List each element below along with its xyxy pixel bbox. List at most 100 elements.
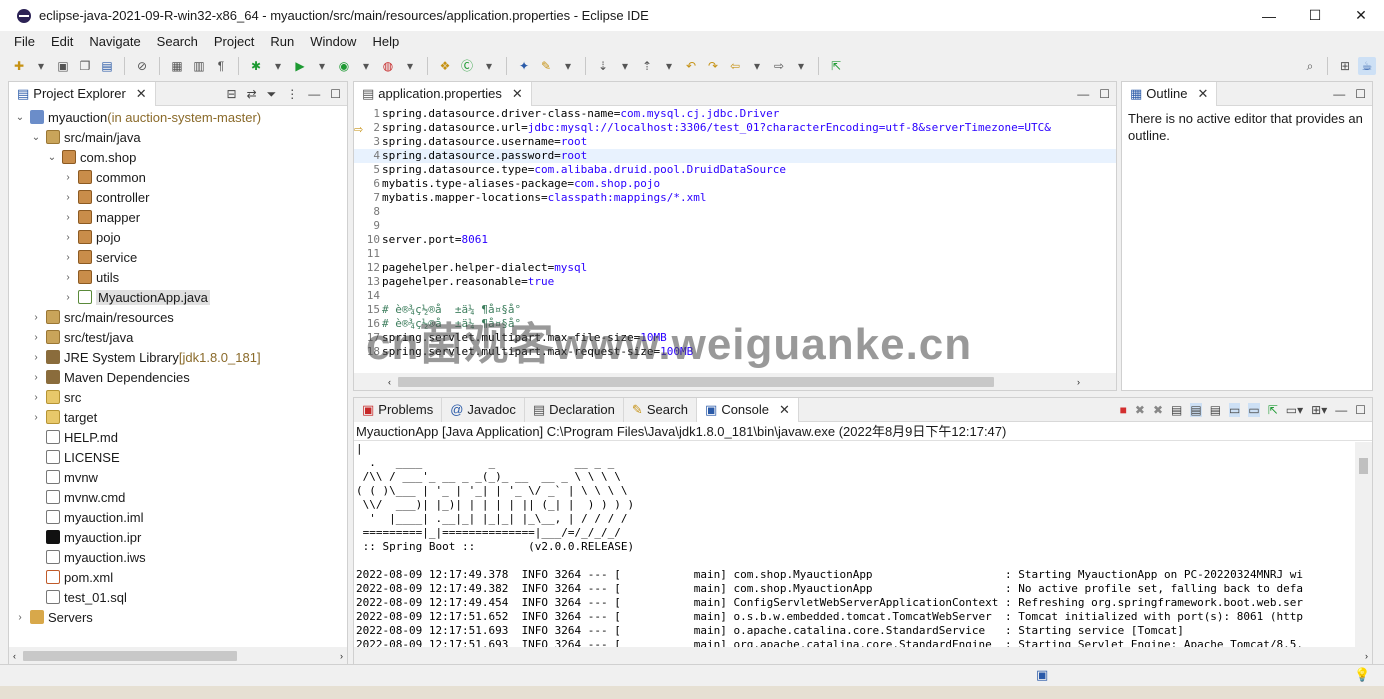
menu-project[interactable]: Project <box>206 34 262 49</box>
close-tab-icon[interactable]: ✕ <box>779 402 790 418</box>
minimize-button[interactable]: — <box>1246 0 1292 31</box>
tree-item[interactable]: › service <box>9 247 347 267</box>
expand-toggle-icon[interactable]: › <box>61 212 75 223</box>
expand-toggle-icon[interactable]: ⌄ <box>13 112 27 123</box>
expand-toggle-icon[interactable]: › <box>61 292 75 303</box>
tab-javadoc[interactable]: @ Javadoc <box>442 397 525 422</box>
horizontal-scrollbar[interactable]: › <box>354 647 1372 664</box>
tree-item[interactable]: ⌄ com.shop <box>9 147 347 167</box>
expand-toggle-icon[interactable]: › <box>29 332 43 343</box>
dropdown-icon[interactable]: ▾ <box>559 57 577 75</box>
expand-toggle-icon[interactable]: › <box>61 172 75 183</box>
remove-launch-icon[interactable]: ✖ <box>1135 403 1145 417</box>
scroll-lock-icon[interactable]: ▤ <box>1190 403 1202 417</box>
tree-item[interactable]: › mapper <box>9 207 347 227</box>
tab-declaration[interactable]: ▤ Declaration <box>524 397 624 422</box>
word-wrap-icon[interactable]: ▤ <box>1210 403 1221 417</box>
expand-toggle-icon[interactable]: ⌄ <box>45 152 59 163</box>
tree-item[interactable]: ⌄ src/main/java <box>9 127 347 147</box>
open-perspective-icon[interactable]: ⊞ <box>1336 57 1354 75</box>
close-tab-icon[interactable]: ✕ <box>136 86 147 102</box>
clear-console-icon[interactable]: ▤ <box>1171 403 1182 417</box>
maximize-view-icon[interactable]: ☐ <box>1355 403 1366 417</box>
new-java-project-icon[interactable]: ❖ <box>436 57 454 75</box>
filter-icon[interactable]: ⏷ <box>267 87 277 102</box>
close-tab-icon[interactable]: ✕ <box>1198 86 1209 102</box>
dropdown-icon[interactable]: ▾ <box>32 57 50 75</box>
tree-item[interactable]: ⌄ myauction (in auction-system-master) <box>9 107 347 127</box>
debug-icon[interactable]: ✱ <box>247 57 265 75</box>
save-icon[interactable]: ▣ <box>54 57 72 75</box>
close-button[interactable]: ✕ <box>1338 0 1384 31</box>
toggle-block-icon[interactable]: ▦ <box>168 57 186 75</box>
pilcrow-icon[interactable]: ¶ <box>212 57 230 75</box>
expand-toggle-icon[interactable]: › <box>61 252 75 263</box>
minimize-view-icon[interactable]: — <box>1333 87 1345 101</box>
tree-item[interactable]: › src/test/java <box>9 327 347 347</box>
open-console-icon[interactable]: ⊞▾ <box>1311 403 1327 417</box>
tree-item[interactable]: › Servers <box>9 607 347 627</box>
external-tools-icon[interactable]: ◍ <box>379 57 397 75</box>
tree-item[interactable]: › JRE System Library [jdk1.8.0_181] <box>9 347 347 367</box>
menu-run[interactable]: Run <box>262 34 302 49</box>
forward-icon[interactable]: ⇨ <box>770 57 788 75</box>
horizontal-scrollbar[interactable]: ‹ › <box>9 647 347 664</box>
back-icon[interactable]: ⇦ <box>726 57 744 75</box>
maximize-view-icon[interactable]: ☐ <box>1099 87 1110 101</box>
tree-item[interactable]: mvnw.cmd <box>9 487 347 507</box>
pin-console-icon[interactable]: ⇱ <box>1268 403 1278 417</box>
run-icon[interactable]: ▶ <box>291 57 309 75</box>
next-annotation-icon[interactable]: ⇣ <box>594 57 612 75</box>
search-icon[interactable]: ⌕ <box>1301 57 1319 75</box>
dropdown-icon[interactable]: ▾ <box>660 57 678 75</box>
dropdown-icon[interactable]: ▾ <box>357 57 375 75</box>
maximize-view-icon[interactable]: ☐ <box>330 87 341 101</box>
edit-location-icon[interactable]: ↷ <box>704 57 722 75</box>
save-all-icon[interactable]: ❐ <box>76 57 94 75</box>
dropdown-icon[interactable]: ▾ <box>269 57 287 75</box>
prev-annotation-icon[interactable]: ⇡ <box>638 57 656 75</box>
tree-item[interactable]: myauction.ipr <box>9 527 347 547</box>
display-console-icon[interactable]: ▭▾ <box>1286 403 1303 417</box>
coverage-icon[interactable]: ◉ <box>335 57 353 75</box>
terminate-icon[interactable]: ■ <box>1120 403 1127 417</box>
console-output-area[interactable]: | . ____ _ __ _ _ /\\ / ___'_ __ _ _(_)_… <box>354 442 1372 664</box>
tree-item[interactable]: › common <box>9 167 347 187</box>
expand-toggle-icon[interactable]: › <box>61 192 75 203</box>
tree-item[interactable]: myauction.iml <box>9 507 347 527</box>
menu-help[interactable]: Help <box>364 34 407 49</box>
tree-item[interactable]: mvnw <box>9 467 347 487</box>
last-edit-icon[interactable]: ↶ <box>682 57 700 75</box>
dropdown-icon[interactable]: ▾ <box>480 57 498 75</box>
tab-project-explorer[interactable]: ▤ Project Explorer ✕ <box>9 81 156 106</box>
tree-item[interactable]: pom.xml <box>9 567 347 587</box>
tree-item[interactable]: › MyauctionApp.java <box>9 287 347 307</box>
progress-icon[interactable]: ▣ <box>1036 667 1048 683</box>
menu-file[interactable]: File <box>6 34 43 49</box>
tab-console[interactable]: ▣ Console ✕ <box>697 397 799 422</box>
dropdown-icon[interactable]: ▾ <box>748 57 766 75</box>
tree-item[interactable]: › target <box>9 407 347 427</box>
minimize-view-icon[interactable]: — <box>308 87 320 101</box>
maximize-view-icon[interactable]: ☐ <box>1355 87 1366 101</box>
open-type-icon[interactable]: ✦ <box>515 57 533 75</box>
vertical-scrollbar[interactable] <box>1355 442 1372 647</box>
minimize-view-icon[interactable]: — <box>1077 87 1089 101</box>
show-stderr-icon[interactable]: ▭ <box>1248 403 1260 417</box>
tab-problems[interactable]: ▣ Problems <box>354 397 443 422</box>
expand-toggle-icon[interactable]: › <box>29 312 43 323</box>
tree-item[interactable]: › utils <box>9 267 347 287</box>
tree-item[interactable]: › pojo <box>9 227 347 247</box>
horizontal-scrollbar[interactable]: ‹ › <box>354 373 1116 390</box>
pin-editor-icon[interactable]: ⇱ <box>827 57 845 75</box>
tab-search[interactable]: ✎ Search <box>623 397 698 422</box>
tree-item[interactable]: LICENSE <box>9 447 347 467</box>
new-icon[interactable]: ✚ <box>10 57 28 75</box>
tab-application-properties[interactable]: ▤ application.properties ✕ <box>354 81 532 106</box>
menu-search[interactable]: Search <box>149 34 206 49</box>
tree-item[interactable]: › Maven Dependencies <box>9 367 347 387</box>
expand-toggle-icon[interactable]: ⌄ <box>29 132 43 143</box>
dropdown-icon[interactable]: ▾ <box>792 57 810 75</box>
tree-item[interactable]: test_01.sql <box>9 587 347 607</box>
menu-edit[interactable]: Edit <box>43 34 81 49</box>
